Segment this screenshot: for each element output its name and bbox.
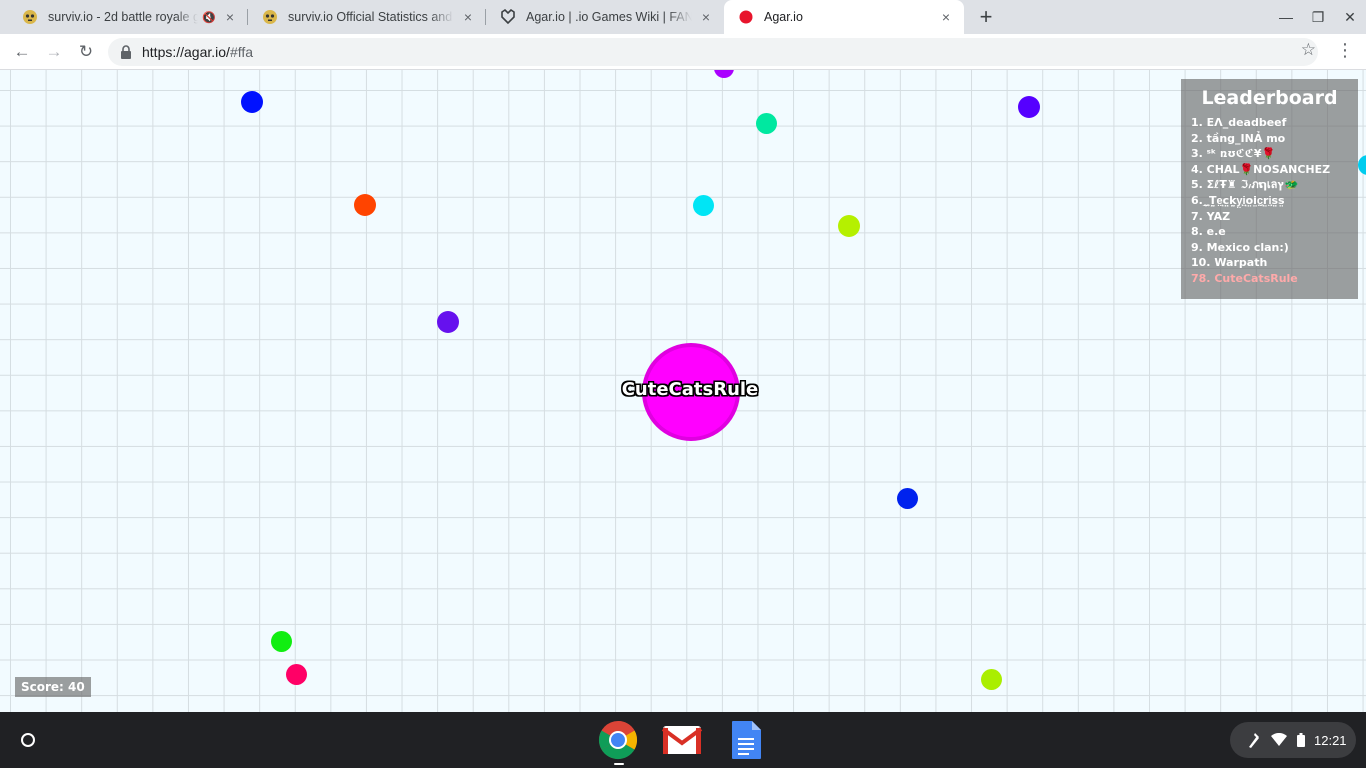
close-window-icon[interactable]: ✕ [1339, 6, 1361, 28]
launcher-button[interactable] [10, 722, 46, 758]
food-cell [714, 70, 734, 78]
tab-title: surviv.io Official Statistics and Leader… [288, 10, 454, 24]
leaderboard-entry: 7. YAZ [1191, 209, 1231, 223]
browser-toolbar: ← → ↻ https://agar.io/#ffa ☆ ⋮ [0, 34, 1366, 70]
os-shelf: 12:21 [0, 712, 1366, 768]
leaderboard-entry: 3. ˢᵏ ռʊℭℭ¥🌹 [1191, 147, 1276, 161]
tab-agar-wiki[interactable]: Agar.io | .io Games Wiki | FANDOM × [486, 0, 724, 34]
leaderboard-panel: Leaderboard 1. EΛ_deadbeef 2. tầng_INẢ m… [1181, 79, 1358, 299]
close-tab-icon[interactable]: × [938, 9, 954, 25]
food-cell [1018, 96, 1040, 118]
food-cell [437, 311, 459, 333]
tab-surviv-stats[interactable]: surviv.io Official Statistics and Leader… [248, 0, 486, 34]
leaderboard-entry: 4. CHAL🌹NOSANCHEZ [1191, 162, 1331, 176]
lock-icon [120, 45, 132, 59]
surviv-favicon-icon [262, 9, 278, 25]
tab-title: Agar.io [764, 10, 803, 24]
leaderboard-entry: 6. ̰̤͙̰̲ ͕T̰̤e̤͙c̤̤k̰̤y̤͕i̤͙o̤i̤c̰͕r̤i̤͕… [1191, 193, 1285, 207]
food-cell [271, 631, 292, 652]
clock-time: 12:21 [1314, 732, 1347, 748]
leaderboard-own-rank: 78. CuteCatsRule [1191, 271, 1298, 285]
leaderboard-entry: 8. e.e [1191, 225, 1226, 239]
food-cell [693, 195, 714, 216]
leaderboard-entry: 2. tầng_INẢ mo [1191, 131, 1286, 145]
battery-icon [1296, 731, 1306, 749]
new-tab-button[interactable]: + [974, 4, 998, 29]
tab-agar-active[interactable]: Agar.io × [724, 0, 964, 34]
food-cell [897, 488, 918, 509]
food-cell [286, 664, 307, 685]
close-tab-icon[interactable]: × [222, 9, 238, 25]
restore-icon[interactable]: ❐ [1307, 6, 1329, 28]
minimize-icon[interactable]: — [1275, 6, 1297, 28]
tab-surviv[interactable]: surviv.io - 2d battle royale game 🔇 × [8, 0, 248, 34]
leaderboard-entry: 10. Warpath [1191, 256, 1268, 270]
agar-favicon-icon [738, 9, 754, 25]
launcher-circle-icon [21, 733, 35, 747]
url-fragment: #ffa [229, 44, 254, 60]
food-cell [838, 215, 860, 237]
browser-menu-icon[interactable]: ⋮ [1336, 40, 1354, 61]
status-tray[interactable]: 12:21 [1230, 722, 1356, 758]
tab-title: surviv.io - 2d battle royale game [48, 10, 199, 24]
reload-icon[interactable]: ↻ [74, 40, 98, 64]
player-name-label: CuteCatsRule [621, 379, 759, 400]
wifi-icon [1270, 731, 1288, 749]
close-tab-icon[interactable]: × [698, 9, 714, 25]
food-cell [981, 669, 1002, 690]
chrome-app-icon[interactable] [598, 720, 638, 760]
food-cell [354, 194, 376, 216]
stylus-icon [1244, 731, 1262, 749]
tab-title: Agar.io | .io Games Wiki | FANDOM [526, 10, 692, 24]
bookmark-star-icon[interactable]: ☆ [1301, 40, 1316, 60]
leaderboard-entry: 5. ΣℓŦ♜ ℑ៸ภຖเลץ🐲 [1191, 178, 1299, 192]
food-cell [1358, 155, 1366, 175]
food-cell [756, 113, 777, 134]
leaderboard-title: Leaderboard [1201, 87, 1338, 109]
docs-app-icon[interactable] [726, 720, 766, 760]
forward-arrow-icon[interactable]: → [42, 40, 66, 64]
game-canvas[interactable]: CuteCatsRule Leaderboard 1. EΛ_deadbeef … [0, 70, 1366, 712]
leaderboard-entry: 9. Mexico clan:) [1191, 240, 1289, 254]
score-display: Score: 40 [15, 677, 91, 697]
tab-strip: surviv.io - 2d battle royale game 🔇 × su… [0, 0, 1366, 34]
food-cell [241, 91, 263, 113]
surviv-favicon-icon [22, 9, 38, 25]
close-tab-icon[interactable]: × [460, 9, 476, 25]
running-indicator [614, 763, 624, 765]
speaker-muted-icon[interactable]: 🔇 [202, 11, 216, 24]
address-bar[interactable]: https://agar.io/#ffa [108, 38, 1318, 66]
fandom-heart-icon [500, 9, 516, 25]
url-host: https://agar.io/ [142, 44, 230, 60]
leaderboard-entry: 1. EΛ_deadbeef [1191, 116, 1287, 129]
gmail-app-icon[interactable] [662, 720, 702, 760]
back-arrow-icon[interactable]: ← [10, 40, 34, 64]
